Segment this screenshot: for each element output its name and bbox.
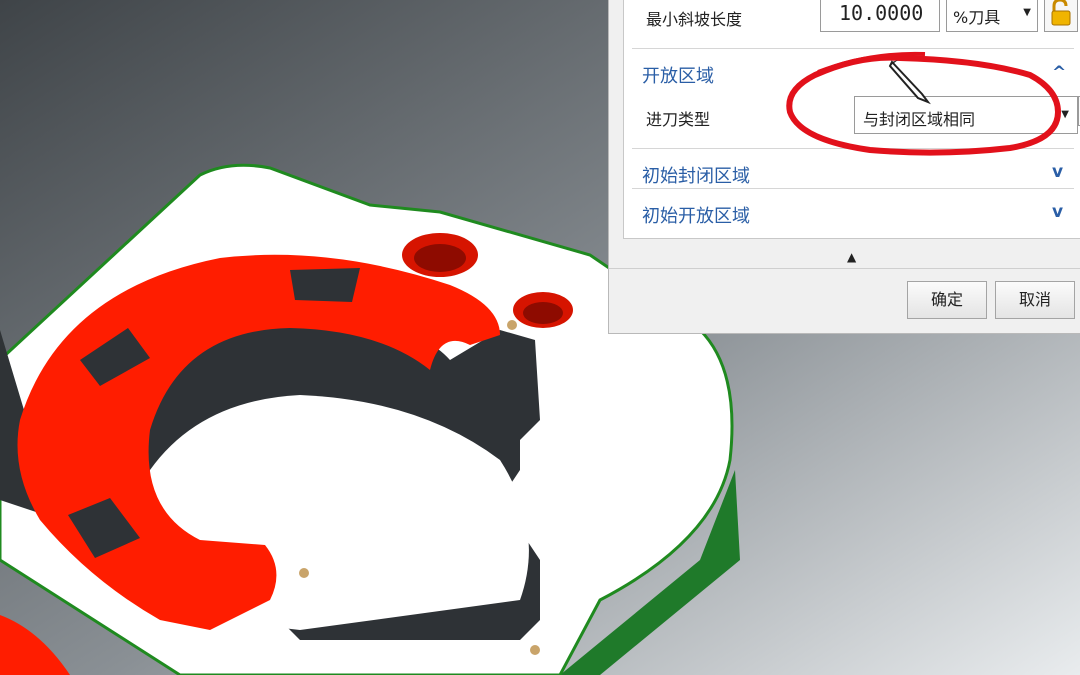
cancel-button[interactable]: 取消 (995, 281, 1075, 319)
ok-button[interactable]: 确定 (907, 281, 987, 319)
chevron-down-icon[interactable]: v (1052, 202, 1063, 222)
ramp-length-label: 最小斜坡长度 (646, 10, 743, 29)
parameters-group: 最小斜坡长度 10.0000 %刀具 ▼ 开放区域 ^ 进刀类型 与封闭区域相同… (623, 0, 1080, 239)
unit-select-value: %刀具 (953, 8, 1001, 27)
dropdown-arrow-icon: ▼ (1061, 109, 1069, 120)
dropdown-arrow-icon: ▼ (1023, 7, 1031, 18)
padlock-icon (1051, 0, 1071, 26)
ramp-length-unit-dropdown[interactable]: %刀具 ▼ (946, 0, 1038, 32)
chevron-up-icon[interactable]: ^ (1052, 63, 1066, 83)
dialog-panel: 最小斜坡长度 10.0000 %刀具 ▼ 开放区域 ^ 进刀类型 与封闭区域相同… (608, 0, 1080, 334)
initial-closed-area-section-title[interactable]: 初始封闭区域 (642, 162, 750, 188)
lock-toggle-button[interactable] (1044, 0, 1078, 32)
engage-type-value: 与封闭区域相同 (863, 110, 976, 129)
open-area-section-title[interactable]: 开放区域 (642, 62, 714, 88)
collapse-arrow-icon[interactable]: ▲ (847, 250, 856, 264)
initial-open-area-section-title[interactable]: 初始开放区域 (642, 202, 750, 228)
pencil-cursor-icon (888, 60, 931, 105)
chevron-down-icon[interactable]: v (1052, 162, 1063, 182)
ramp-length-input[interactable]: 10.0000 (820, 0, 940, 32)
engage-type-label: 进刀类型 (646, 110, 711, 129)
